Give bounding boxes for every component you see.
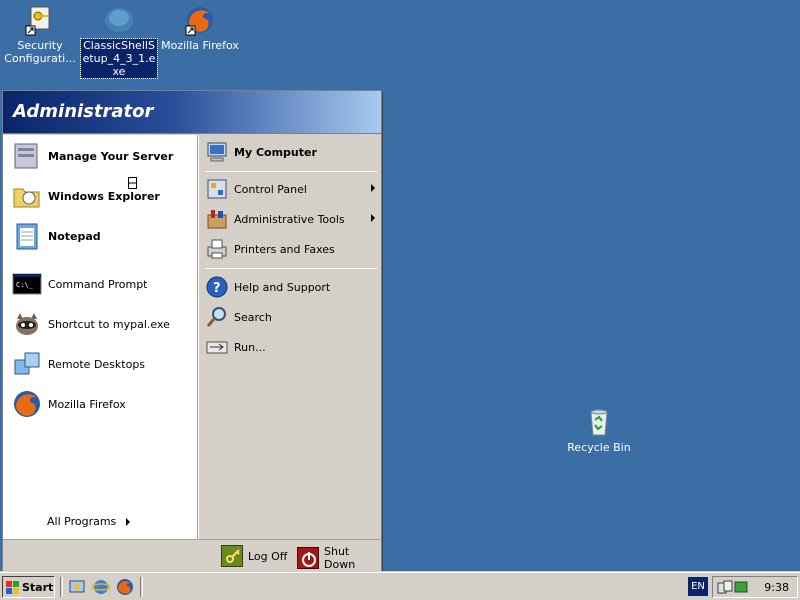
- menu-item-windows-explorer[interactable]: Windows Explorer: [11, 180, 160, 212]
- firefox-desktop-icon[interactable]: Mozilla Firefox: [160, 4, 240, 52]
- menu-item-manage-your-server[interactable]: Manage Your Server: [11, 140, 173, 172]
- menu-item-printers-faxes[interactable]: Printers and Faxes: [205, 237, 379, 261]
- command-prompt-icon: C:\_: [11, 268, 43, 300]
- menu-item-remote-desktops[interactable]: Remote Desktops: [11, 348, 145, 380]
- all-programs-button[interactable]: All Programs: [47, 515, 131, 528]
- menu-item-mozilla-firefox[interactable]: Mozilla Firefox: [11, 388, 126, 420]
- desktop-icon-label: Recycle Bin: [567, 441, 631, 454]
- clock[interactable]: 9:38: [764, 581, 789, 594]
- start-menu-right-pane: My Computer Control Panel Administrative…: [199, 135, 381, 539]
- show-desktop-icon[interactable]: [68, 578, 86, 596]
- menu-item-label: Help and Support: [234, 280, 331, 294]
- menu-item-label: Administrative Tools: [234, 212, 345, 226]
- menu-item-label: Control Panel: [234, 182, 307, 196]
- separator: [205, 268, 377, 269]
- control-panel-icon: [205, 177, 229, 201]
- menu-item-run[interactable]: Run...: [205, 335, 379, 359]
- language-indicator[interactable]: EN: [688, 577, 708, 596]
- log-off-button[interactable]: Log Off: [221, 545, 287, 567]
- recycle-bin-graphic: [583, 406, 615, 438]
- tray-network-icon[interactable]: [717, 579, 733, 595]
- quicklaunch-separator: [140, 577, 143, 597]
- chevron-right-icon: [371, 184, 375, 192]
- separator: [9, 262, 191, 263]
- system-tray: 9:38: [712, 576, 798, 598]
- classicshell-setup-icon[interactable]: ClassicShellSetup_4_3_1.exe: [79, 4, 159, 79]
- menu-item-label: Run...: [234, 340, 266, 354]
- quicklaunch-separator: [60, 577, 63, 597]
- key-shortcut-icon: [24, 4, 56, 36]
- run-icon: [205, 335, 229, 359]
- svg-text:C:\_: C:\_: [16, 281, 34, 289]
- menu-item-administrative-tools[interactable]: Administrative Tools: [205, 207, 379, 231]
- menu-item-label: Search: [234, 310, 272, 324]
- desktop-icon-label: ClassicShellSetup_4_3_1.exe: [80, 38, 158, 79]
- desktop-icon-label: Mozilla Firefox: [161, 39, 239, 52]
- firefox-icon: [11, 388, 43, 420]
- user-name: Administrator: [13, 101, 154, 122]
- svg-text:?: ?: [213, 281, 221, 296]
- mypal-raccoon-icon: [11, 308, 43, 340]
- admin-tools-icon: [205, 207, 229, 231]
- menu-item-my-computer[interactable]: My Computer: [205, 138, 379, 166]
- notepad-icon: [11, 220, 43, 252]
- log-off-label: Log Off: [248, 549, 288, 563]
- separator: [205, 171, 377, 172]
- recycle-bin-icon[interactable]: Recycle Bin: [559, 406, 639, 454]
- windows-logo-icon: [6, 580, 19, 594]
- menu-item-command-prompt[interactable]: C:\_ Command Prompt: [11, 268, 148, 300]
- menu-item-label: Manage Your Server: [48, 149, 174, 163]
- start-menu: Administrator Manage Your Server Windows…: [2, 90, 382, 572]
- start-menu-left-pane: Manage Your Server Windows Explorer Note…: [3, 135, 197, 539]
- firefox-icon: [184, 4, 216, 36]
- search-icon: [205, 305, 229, 329]
- desktop-icon-label: Security Configurati...: [4, 39, 76, 65]
- computer-icon: [205, 140, 229, 164]
- all-programs-label: All Programs: [47, 515, 117, 528]
- server-icon: [11, 140, 43, 172]
- menu-item-label: Mozilla Firefox: [48, 397, 126, 411]
- explorer-folder-icon: [11, 180, 43, 212]
- remote-desktops-icon: [11, 348, 43, 380]
- tray-volume-icon[interactable]: [733, 579, 749, 595]
- start-menu-footer: Log Off Shut Down: [3, 539, 381, 571]
- menu-item-label: My Computer: [234, 145, 317, 159]
- firefox-quicklaunch-icon[interactable]: [116, 578, 134, 596]
- security-config-icon[interactable]: Security Configurati...: [0, 4, 80, 65]
- shell-icon: [103, 4, 135, 36]
- menu-item-mypal[interactable]: Shortcut to mypal.exe: [11, 308, 170, 340]
- taskbar: Start EN 9:38: [0, 572, 800, 600]
- start-label: Start: [22, 580, 54, 594]
- menu-item-label: Remote Desktops: [48, 357, 146, 371]
- start-menu-header: Administrator: [3, 91, 381, 134]
- menu-item-search[interactable]: Search: [205, 305, 379, 329]
- menu-item-notepad[interactable]: Notepad: [11, 220, 101, 252]
- internet-explorer-icon[interactable]: [91, 578, 111, 596]
- separator: [9, 506, 191, 507]
- chevron-right-icon: [371, 214, 375, 222]
- chevron-right-icon: [126, 517, 131, 526]
- power-icon: [297, 547, 319, 569]
- menu-item-label: Notepad: [48, 229, 101, 243]
- printer-icon: [205, 237, 229, 261]
- menu-item-label: Command Prompt: [48, 277, 148, 291]
- menu-item-label: Windows Explorer: [48, 189, 160, 203]
- help-icon: ?: [205, 275, 229, 299]
- hourglass-icon: [128, 177, 137, 189]
- menu-item-label: Shortcut to mypal.exe: [48, 317, 170, 331]
- shut-down-label: Shut Down: [324, 545, 356, 571]
- menu-item-control-panel[interactable]: Control Panel: [205, 177, 379, 201]
- shut-down-button[interactable]: Shut Down: [297, 545, 381, 571]
- start-button[interactable]: Start: [2, 576, 55, 598]
- menu-item-help-support[interactable]: ? Help and Support: [205, 275, 379, 299]
- key-icon: [221, 545, 243, 567]
- menu-item-label: Printers and Faxes: [234, 242, 335, 256]
